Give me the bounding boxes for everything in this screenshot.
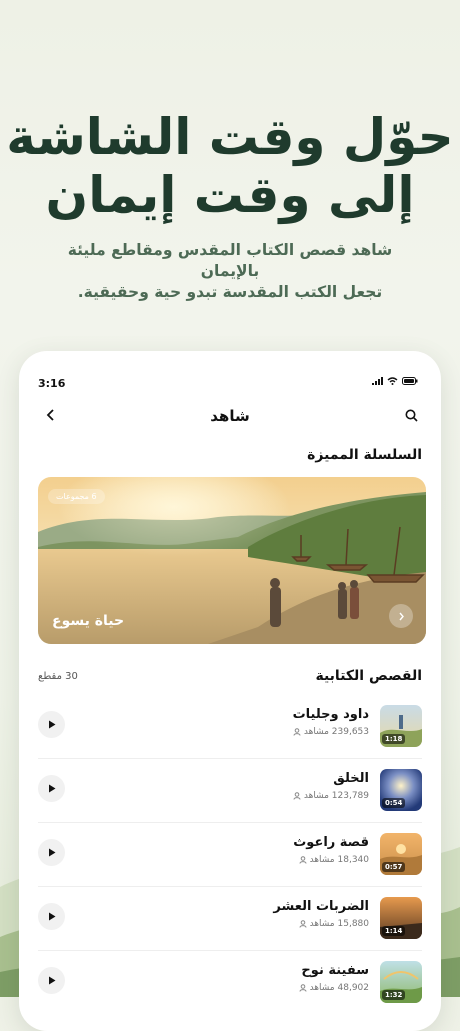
play-button[interactable]	[38, 775, 65, 802]
play-button[interactable]	[38, 967, 65, 994]
play-button[interactable]	[38, 711, 65, 738]
play-button[interactable]	[38, 903, 65, 930]
person-icon	[293, 728, 301, 736]
play-icon	[48, 976, 55, 985]
stories-section-title: القصص الكتابية	[315, 668, 422, 684]
list-item[interactable]: 1:14 الضربات العشر 15,880 مشاهد	[38, 887, 422, 951]
story-views: 48,902 مشاهد	[299, 983, 369, 993]
featured-title: حياة يسوع	[52, 613, 125, 629]
hero-title-line-2: إلى وقت إيمان	[45, 166, 415, 224]
duration-badge: 1:14	[382, 926, 406, 936]
story-title: داود وجليات	[292, 707, 369, 722]
list-item[interactable]: 0:57 قصة راعوث 18,340 مشاهد	[38, 823, 422, 887]
views-count: 123,789 مشاهد	[303, 791, 369, 801]
chevron-right-icon	[398, 612, 404, 620]
status-icons	[372, 377, 418, 385]
featured-next-button[interactable]	[389, 604, 413, 628]
status-time: 3:16	[38, 377, 66, 390]
duration-badge: 1:18	[382, 734, 406, 744]
list-item[interactable]: 0:54 الخلق 123,789 مشاهد	[38, 759, 422, 823]
story-title: سفينة نوح	[301, 963, 369, 978]
battery-icon	[402, 377, 418, 385]
story-title: الخلق	[333, 771, 369, 786]
hero-subtitle-line-1: شاهد قصص الكتاب المقدس ومقاطع مليئة بالإ…	[67, 241, 393, 280]
play-icon	[48, 848, 55, 857]
person-icon	[299, 920, 307, 928]
duration-badge: 1:32	[382, 990, 406, 1000]
thumbnail: 1:18	[380, 705, 422, 747]
phone-screen: 3:16 شاهد السلسلة المميزة 6 مجموعات حياة…	[19, 351, 441, 1031]
story-views: 15,880 مشاهد	[299, 919, 369, 929]
play-icon	[48, 784, 55, 793]
play-icon	[48, 720, 55, 729]
thumbnail: 0:54	[380, 769, 422, 811]
hero-section: حوّل وقت الشاشة إلى وقت إيمان شاهد قصص ا…	[0, 108, 460, 303]
person-icon	[293, 792, 301, 800]
stories-header: القصص الكتابية 30 مقطع	[38, 668, 422, 688]
views-count: 15,880 مشاهد	[309, 919, 369, 929]
thumbnail: 0:57	[380, 833, 422, 875]
person-icon	[299, 856, 307, 864]
views-count: 18,340 مشاهد	[309, 855, 369, 865]
views-count: 239,653 مشاهد	[303, 727, 369, 737]
page-title: شاهد	[210, 407, 250, 425]
hero-title-line-1: حوّل وقت الشاشة	[6, 108, 454, 166]
search-button[interactable]	[401, 405, 421, 425]
list-item[interactable]: 1:32 سفينة نوح 48,902 مشاهد	[38, 951, 422, 1014]
stories-list: 1:18 داود وجليات 239,653 مشاهد 0:54 الخل…	[38, 695, 422, 1014]
story-title: الضربات العشر	[273, 899, 369, 914]
thumbnail: 1:14	[380, 897, 422, 939]
signal-icon	[372, 377, 383, 385]
collections-badge: 6 مجموعات	[48, 489, 105, 504]
views-count: 48,902 مشاهد	[309, 983, 369, 993]
story-views: 18,340 مشاهد	[299, 855, 369, 865]
play-icon	[48, 912, 55, 921]
stories-count: 30 مقطع	[38, 671, 78, 682]
story-views: 123,789 مشاهد	[293, 791, 369, 801]
hero-subtitle-line-2: تجعل الكتب المقدسة تبدو حية وحقيقية.	[77, 283, 383, 301]
featured-series-card[interactable]: 6 مجموعات حياة يسوع	[38, 477, 426, 644]
hero-subtitle: شاهد قصص الكتاب المقدس ومقاطع مليئة بالإ…	[40, 240, 420, 303]
search-icon	[405, 409, 418, 422]
person-icon	[299, 984, 307, 992]
duration-badge: 0:54	[382, 798, 406, 808]
hero-title: حوّل وقت الشاشة إلى وقت إيمان	[0, 108, 460, 224]
story-views: 239,653 مشاهد	[293, 727, 369, 737]
story-title: قصة راعوث	[293, 835, 369, 850]
duration-badge: 0:57	[382, 862, 406, 872]
wifi-icon	[387, 377, 398, 385]
featured-section-title: السلسلة المميزة	[307, 447, 422, 463]
play-button[interactable]	[38, 839, 65, 866]
list-item[interactable]: 1:18 داود وجليات 239,653 مشاهد	[38, 695, 422, 759]
